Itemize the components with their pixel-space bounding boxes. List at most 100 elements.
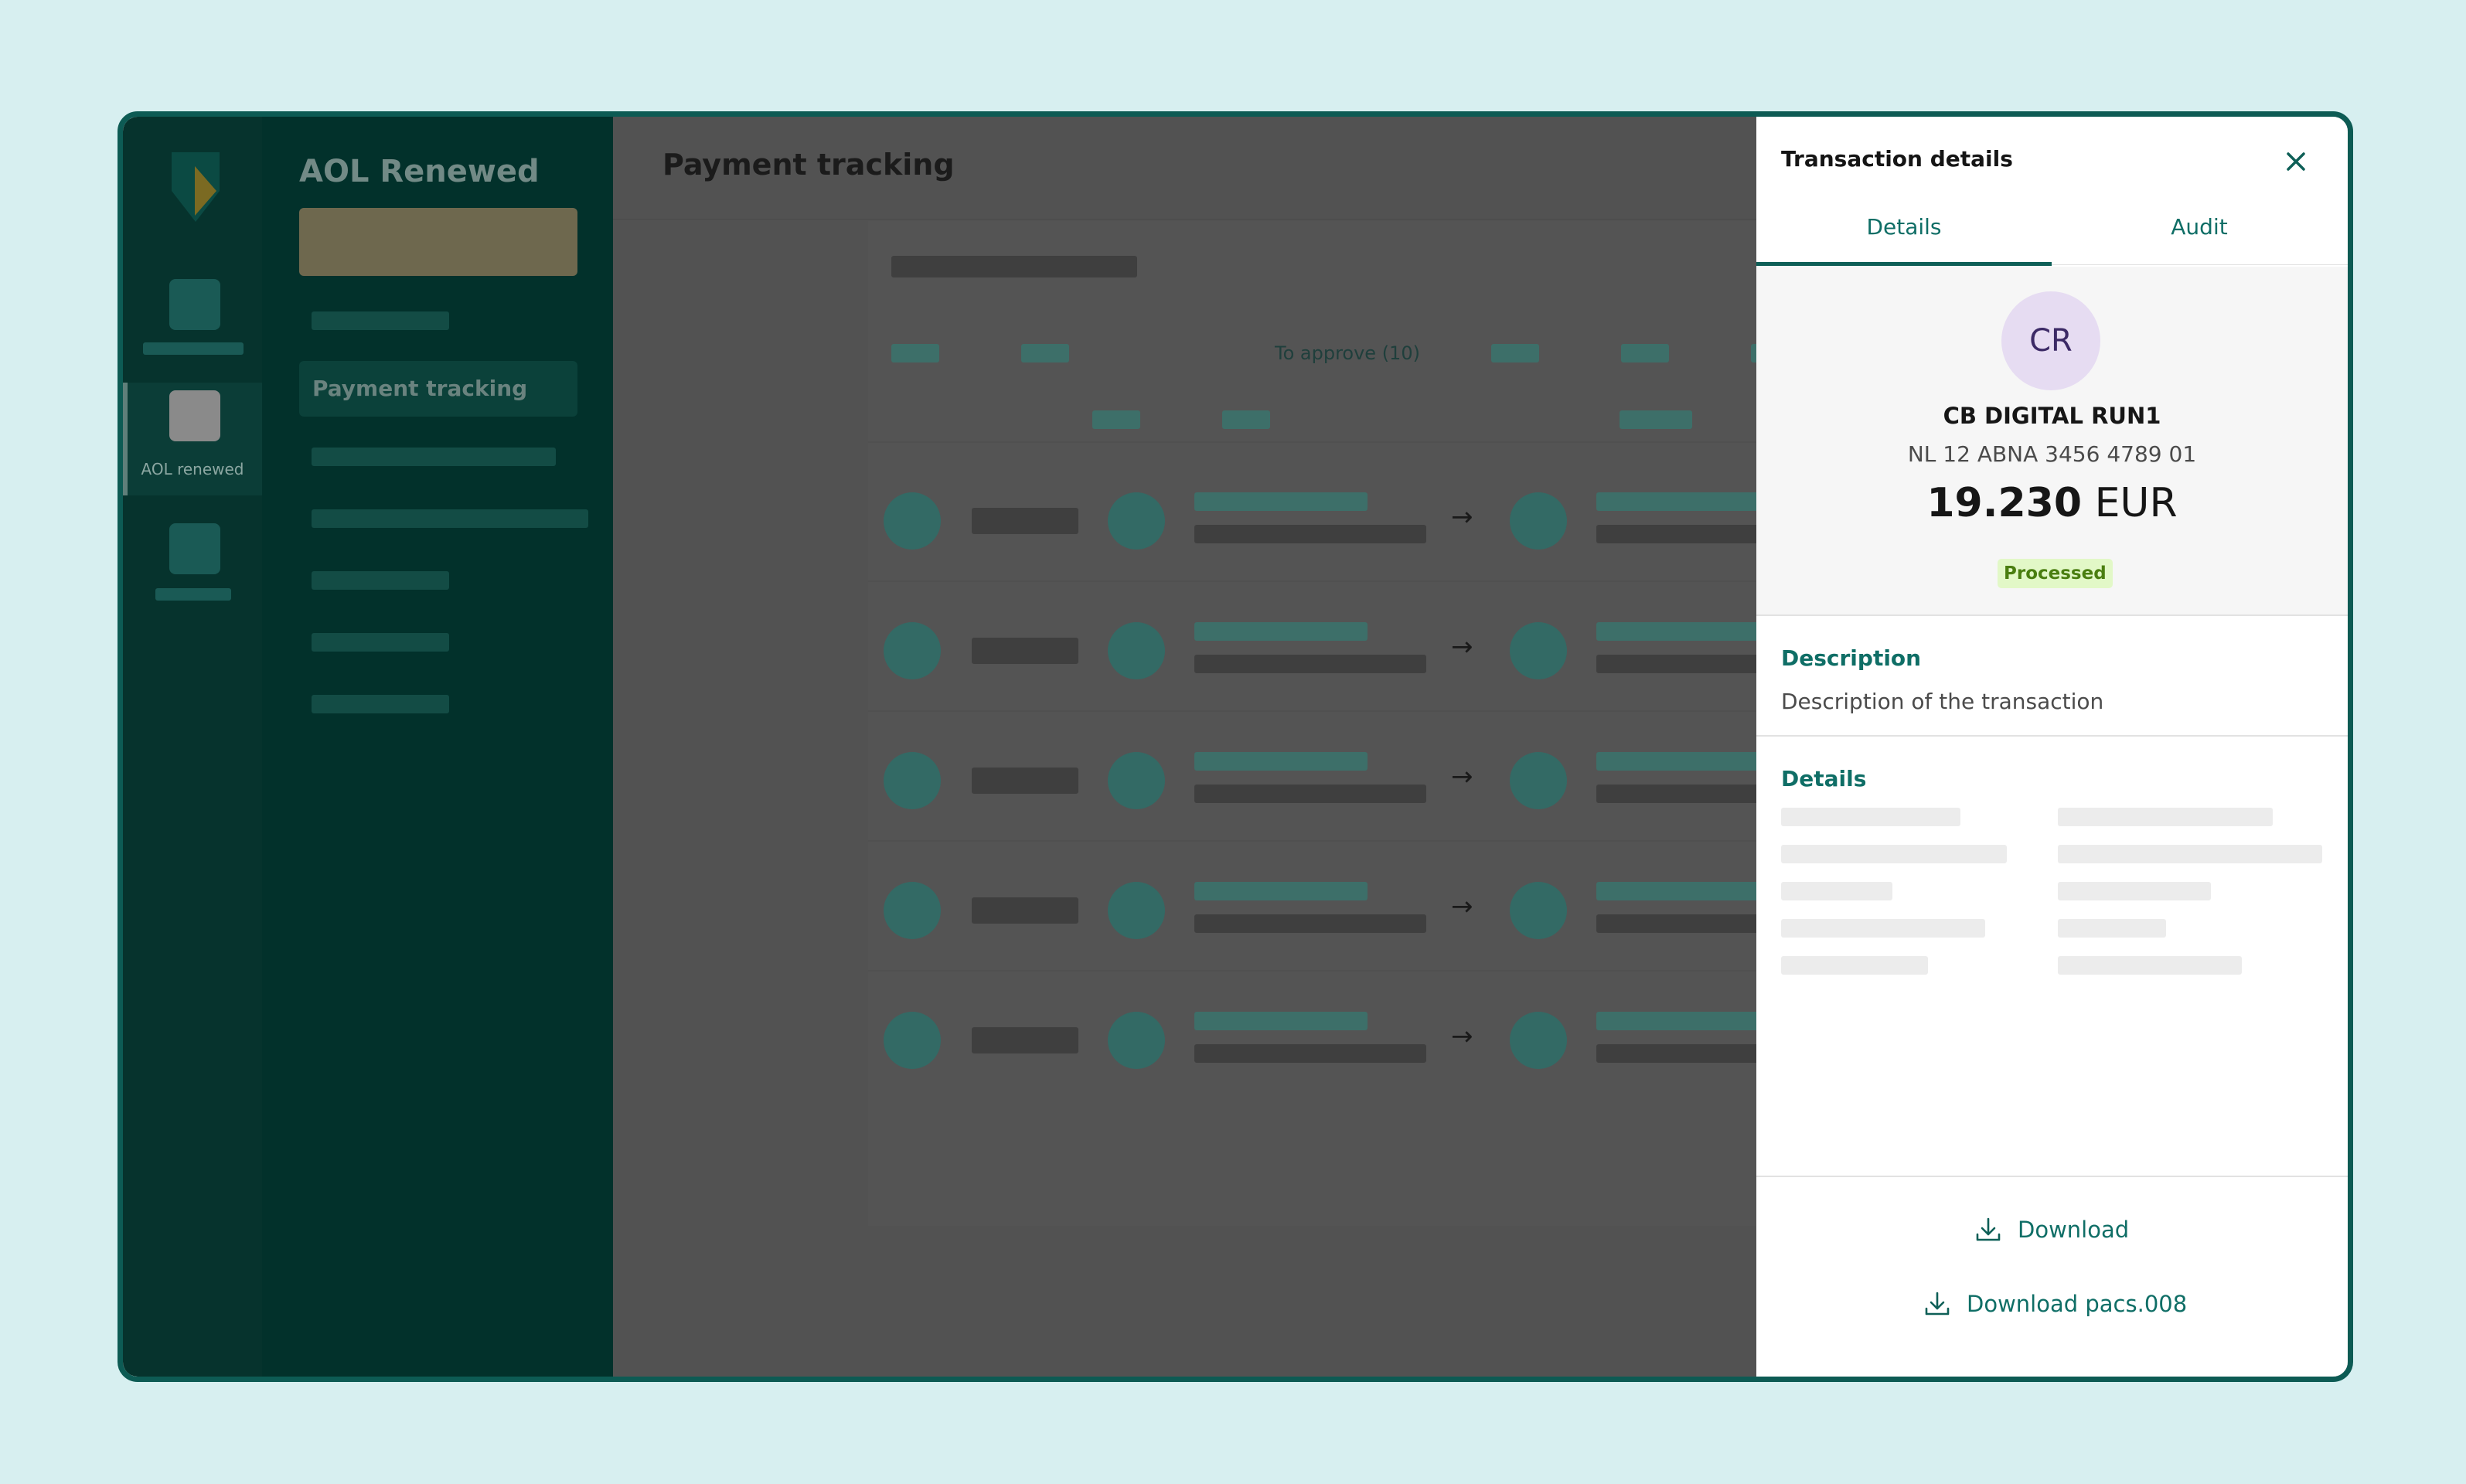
- avatar: [884, 752, 941, 809]
- text-placeholder: [1194, 655, 1426, 673]
- active-indicator: [123, 383, 128, 495]
- detail-value-placeholder: [2058, 919, 2166, 938]
- download-pacs-button[interactable]: Download pacs.008: [1922, 1288, 2187, 1319]
- text-placeholder: [972, 897, 1078, 924]
- amount-currency: EUR: [2094, 480, 2178, 526]
- sidebar-item[interactable]: [312, 509, 588, 528]
- detail-value-placeholder: [2058, 882, 2211, 900]
- actions-divider: [1756, 1176, 2348, 1177]
- detail-label-placeholder: [1781, 882, 1892, 900]
- avatar: [884, 1012, 941, 1069]
- avatar: [1108, 622, 1165, 679]
- text-placeholder: [972, 638, 1078, 664]
- sidebar-primary-button[interactable]: [299, 208, 577, 276]
- avatar: [1510, 622, 1567, 679]
- text-placeholder: [1194, 622, 1368, 641]
- panel-tabs: Details Audit: [1756, 214, 2348, 267]
- transaction-summary: CR CB DIGITAL RUN1 NL 12 ABNA 3456 4789 …: [1756, 267, 2348, 616]
- arrow-right-icon: →: [1451, 631, 1473, 662]
- nav-item-icon: [169, 390, 220, 441]
- text-placeholder: [1596, 622, 1769, 641]
- tab-placeholder[interactable]: [1621, 344, 1669, 362]
- text-placeholder: [1596, 492, 1769, 511]
- description-heading: Description: [1781, 645, 1922, 671]
- text-placeholder: [972, 768, 1078, 794]
- text-placeholder: [972, 1027, 1078, 1053]
- avatar: CR: [2001, 291, 2100, 390]
- detail-label-placeholder: [1781, 919, 1985, 938]
- tab-placeholder[interactable]: [1491, 344, 1539, 362]
- arrow-right-icon: →: [1451, 502, 1473, 533]
- avatar: [884, 882, 941, 939]
- text-placeholder: [1194, 752, 1368, 771]
- tab-details[interactable]: Details: [1756, 214, 2052, 240]
- tab-to-approve[interactable]: To approve (10): [1275, 342, 1420, 364]
- download-icon: [1925, 1292, 1950, 1316]
- avatar: [884, 492, 941, 550]
- text-placeholder: [1194, 492, 1368, 511]
- detail-value-placeholder: [2058, 845, 2322, 863]
- detail-label-placeholder: [1781, 956, 1928, 975]
- description-text: Description of the transaction: [1781, 689, 2104, 714]
- avatar: [1510, 882, 1567, 939]
- sidebar-item-label: Payment tracking: [312, 376, 528, 401]
- download-button[interactable]: Download: [1973, 1214, 2129, 1245]
- transaction-details-panel: Transaction details Details Audit CR CB …: [1756, 117, 2348, 1377]
- status-badge: Processed: [1998, 559, 2113, 588]
- text-placeholder: [1194, 1044, 1426, 1063]
- arrow-right-icon: →: [1451, 1021, 1473, 1052]
- detail-value-placeholder: [2058, 956, 2242, 975]
- avatar: [1510, 752, 1567, 809]
- nav-item-icon[interactable]: [169, 523, 220, 574]
- text-placeholder: [1194, 914, 1426, 933]
- column-header-placeholder: [1092, 410, 1140, 429]
- avatar: [1510, 492, 1567, 550]
- sidebar: AOL Renewed Payment tracking: [262, 117, 613, 1377]
- card-title-placeholder: [891, 256, 1137, 277]
- avatar: [1510, 1012, 1567, 1069]
- nav-item-label-placeholder: [155, 588, 231, 601]
- sidebar-title: AOL Renewed: [299, 154, 540, 189]
- text-placeholder: [1596, 1012, 1769, 1030]
- text-placeholder: [1596, 752, 1769, 771]
- nav-item-aol-renewed[interactable]: [123, 383, 262, 495]
- app-window: AOL renewed AOL Renewed Payment tracking…: [118, 111, 2353, 1382]
- counterparty-iban: NL 12 ABNA 3456 4789 01: [1907, 441, 2197, 467]
- sidebar-item-payment-tracking[interactable]: Payment tracking: [299, 361, 577, 417]
- column-header-placeholder: [1620, 410, 1692, 429]
- nav-item-label: AOL renewed: [141, 460, 244, 478]
- arrow-right-icon: →: [1451, 891, 1473, 922]
- avatar: [1108, 492, 1165, 550]
- tab-active-indicator: [1756, 262, 2052, 266]
- amount-value: 19.230: [1926, 480, 2083, 526]
- download-label: Download: [2018, 1217, 2130, 1243]
- counterparty-name: CB DIGITAL RUN1: [1943, 403, 2161, 429]
- column-header-placeholder: [1222, 410, 1270, 429]
- details-heading: Details: [1781, 766, 1867, 791]
- text-placeholder: [1194, 525, 1426, 543]
- transaction-amount: 19.230 EUR: [1756, 480, 2348, 526]
- download-icon: [1976, 1217, 2001, 1241]
- sidebar-item[interactable]: [312, 311, 449, 330]
- detail-label-placeholder: [1781, 845, 2007, 863]
- tab-placeholder[interactable]: [1021, 344, 1069, 362]
- sidebar-item[interactable]: [312, 695, 449, 713]
- text-placeholder: [1194, 882, 1368, 900]
- sidebar-item[interactable]: [312, 571, 449, 590]
- tab-audit[interactable]: Audit: [2052, 214, 2347, 240]
- page-title: Payment tracking: [662, 148, 955, 182]
- sidebar-item[interactable]: [312, 448, 556, 466]
- detail-value-placeholder: [2058, 808, 2273, 826]
- logo-icon: [172, 152, 220, 222]
- nav-rail: AOL renewed: [123, 117, 262, 1377]
- tab-placeholder[interactable]: [891, 344, 939, 362]
- avatar: [1108, 752, 1165, 809]
- nav-item-icon[interactable]: [169, 279, 220, 330]
- avatar: [884, 622, 941, 679]
- detail-label-placeholder: [1781, 808, 1960, 826]
- close-icon[interactable]: [2282, 148, 2310, 175]
- text-placeholder: [1194, 785, 1426, 803]
- section-divider: [1756, 735, 2348, 737]
- panel-title: Transaction details: [1781, 146, 2013, 172]
- sidebar-item[interactable]: [312, 633, 449, 652]
